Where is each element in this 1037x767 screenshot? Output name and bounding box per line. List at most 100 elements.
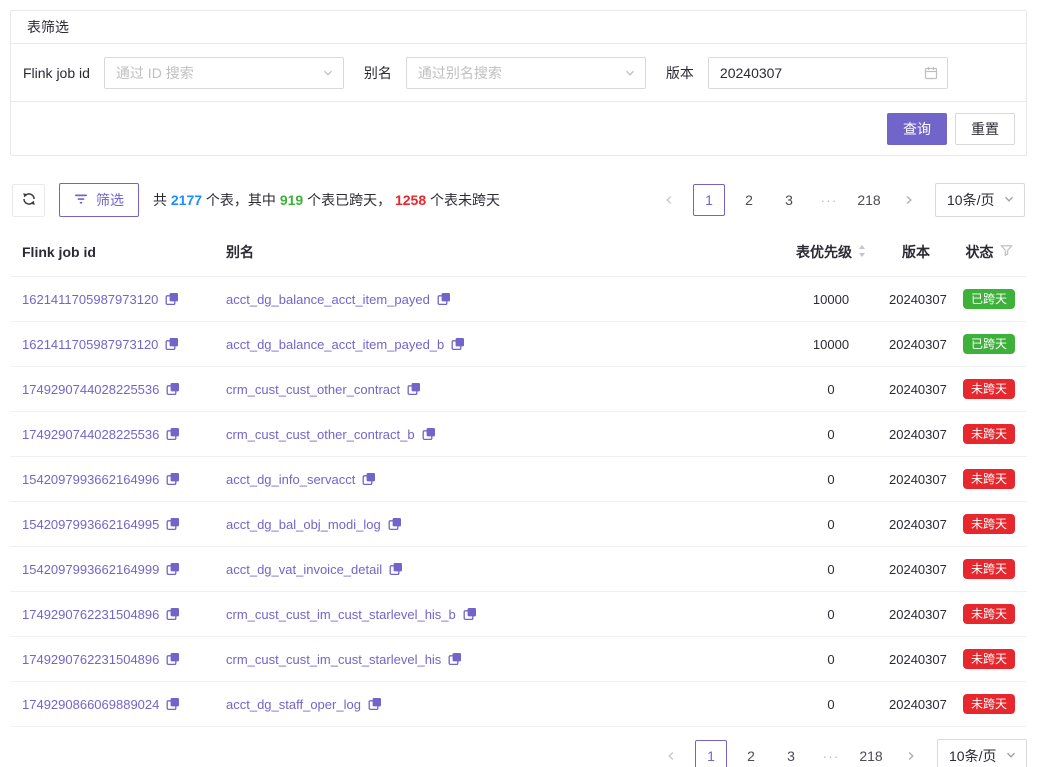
copy-icon[interactable] [166, 427, 180, 441]
funnel-icon[interactable] [1000, 244, 1013, 260]
alias-link[interactable]: crm_cust_cust_other_contract_b [226, 427, 415, 442]
page-size-select[interactable]: 10条/页 [935, 183, 1025, 217]
copy-icon[interactable] [166, 652, 180, 666]
copy-icon[interactable] [437, 292, 451, 306]
job-id-link[interactable]: 1542097993662164999 [22, 562, 159, 577]
job-id-link[interactable]: 1542097993662164995 [22, 517, 159, 532]
crossed-count: 919 [280, 192, 303, 208]
page-size-label: 10条/页 [947, 190, 994, 210]
job-id-link[interactable]: 1749290762231504896 [22, 652, 159, 667]
version-date-input[interactable] [720, 65, 917, 81]
alias-link[interactable]: acct_dg_vat_invoice_detail [226, 562, 382, 577]
col-status-label: 状态 [966, 242, 994, 262]
flink-job-id-select[interactable] [104, 57, 344, 89]
alias-link[interactable]: acct_dg_balance_acct_item_payed [226, 292, 430, 307]
pagination-next[interactable] [895, 740, 927, 767]
alias-link[interactable]: crm_cust_cust_im_cust_starlevel_his [226, 652, 441, 667]
summary-text: 个表，其中 [202, 192, 280, 208]
chevron-down-icon [1005, 748, 1017, 764]
pagination-page-1[interactable]: 1 [693, 184, 725, 216]
pagination-prev[interactable] [655, 740, 687, 767]
job-id-link[interactable]: 1749290744028225536 [22, 382, 159, 397]
alias-link[interactable]: crm_cust_cust_im_cust_starlevel_his_b [226, 607, 456, 622]
job-id-link[interactable]: 1749290866069889024 [22, 697, 159, 712]
copy-icon[interactable] [463, 607, 477, 621]
chevron-right-icon [905, 750, 917, 762]
query-button[interactable]: 查询 [887, 113, 947, 145]
copy-icon[interactable] [388, 517, 402, 531]
pagination-page-3[interactable]: 3 [773, 184, 805, 216]
page-size-label: 10条/页 [949, 746, 996, 766]
col-priority[interactable]: 表优先级 [781, 234, 881, 277]
copy-icon[interactable] [448, 652, 462, 666]
copy-icon[interactable] [389, 562, 403, 576]
version-value: 20240307 [881, 367, 951, 412]
alias-link[interactable]: acct_dg_balance_acct_item_payed_b [226, 337, 444, 352]
copy-icon[interactable] [451, 337, 465, 351]
copy-icon[interactable] [166, 607, 180, 621]
priority-value: 0 [781, 637, 881, 682]
uncrossed-count: 1258 [395, 192, 426, 208]
pagination-page-218[interactable]: 218 [853, 184, 885, 216]
page: 表筛选 Flink job id 别名 [0, 0, 1037, 767]
pagination-bottom: 123 ··· 218 [655, 740, 927, 767]
version-value: 20240307 [881, 592, 951, 637]
reset-button[interactable]: 重置 [955, 113, 1015, 145]
pagination-page-1[interactable]: 1 [695, 740, 727, 767]
flink-job-id-input[interactable] [116, 65, 313, 81]
pagination-ellipsis[interactable]: ··· [813, 184, 845, 216]
version-date-picker[interactable] [708, 57, 948, 89]
copy-icon[interactable] [166, 382, 180, 396]
priority-value: 10000 [781, 277, 881, 322]
alias-link[interactable]: acct_dg_bal_obj_modi_log [226, 517, 381, 532]
version-value: 20240307 [881, 322, 951, 367]
copy-icon[interactable] [362, 472, 376, 486]
pagination-prev[interactable] [653, 184, 685, 216]
table-row: 1749290762231504896 crm_cust_cust_im_cus… [10, 637, 1027, 682]
alias-link[interactable]: acct_dg_info_servacct [226, 472, 355, 487]
pagination-page-3[interactable]: 3 [775, 740, 807, 767]
pagination-ellipsis[interactable]: ··· [815, 740, 847, 767]
filter-button[interactable]: 筛选 [59, 183, 139, 217]
copy-icon[interactable] [368, 697, 382, 711]
copy-icon[interactable] [165, 337, 179, 351]
priority-value: 0 [781, 367, 881, 412]
copy-icon[interactable] [166, 697, 180, 711]
copy-icon[interactable] [166, 472, 180, 486]
flink-job-id-label: Flink job id [23, 65, 90, 81]
job-id-link[interactable]: 1749290762231504896 [22, 607, 159, 622]
alias-select[interactable] [406, 57, 646, 89]
col-flink-job-id: Flink job id [10, 234, 218, 277]
toolbar: 筛选 共 2177 个表，其中 919 个表已跨天， 1258 个表未跨天 12… [12, 182, 1025, 218]
alias-link[interactable]: crm_cust_cust_other_contract [226, 382, 400, 397]
version-value: 20240307 [881, 277, 951, 322]
total-count: 2177 [171, 192, 202, 208]
field-alias: 别名 [364, 57, 646, 89]
copy-icon[interactable] [407, 382, 421, 396]
job-id-link[interactable]: 1542097993662164996 [22, 472, 159, 487]
table-row: 1542097993662164999 acct_dg_vat_invoice_… [10, 547, 1027, 592]
pagination-page-2[interactable]: 2 [735, 740, 767, 767]
alias-input[interactable] [418, 65, 615, 81]
pagination-page-218[interactable]: 218 [855, 740, 887, 767]
pagination-page-2[interactable]: 2 [733, 184, 765, 216]
copy-icon[interactable] [166, 562, 180, 576]
job-id-link[interactable]: 1621411705987973120 [22, 292, 158, 307]
chevron-down-icon [322, 67, 334, 79]
tables-table: Flink job id 别名 表优先级 版本 [10, 234, 1027, 727]
sorter-icon[interactable] [858, 244, 866, 261]
job-id-link[interactable]: 1749290744028225536 [22, 427, 159, 442]
refresh-button[interactable] [12, 184, 45, 217]
copy-icon[interactable] [165, 292, 179, 306]
copy-icon[interactable] [422, 427, 436, 441]
alias-link[interactable]: acct_dg_staff_oper_log [226, 697, 361, 712]
page-size-select[interactable]: 10条/页 [937, 739, 1027, 767]
copy-icon[interactable] [166, 517, 180, 531]
job-id-link[interactable]: 1621411705987973120 [22, 337, 158, 352]
filter-card-title: 表筛选 [11, 11, 1026, 44]
version-value: 20240307 [881, 457, 951, 502]
table-row: 1621411705987973120 acct_dg_balance_acct… [10, 277, 1027, 322]
pagination-next[interactable] [893, 184, 925, 216]
summary-text: 个表已跨天， [303, 192, 395, 208]
col-status[interactable]: 状态 [951, 234, 1027, 277]
